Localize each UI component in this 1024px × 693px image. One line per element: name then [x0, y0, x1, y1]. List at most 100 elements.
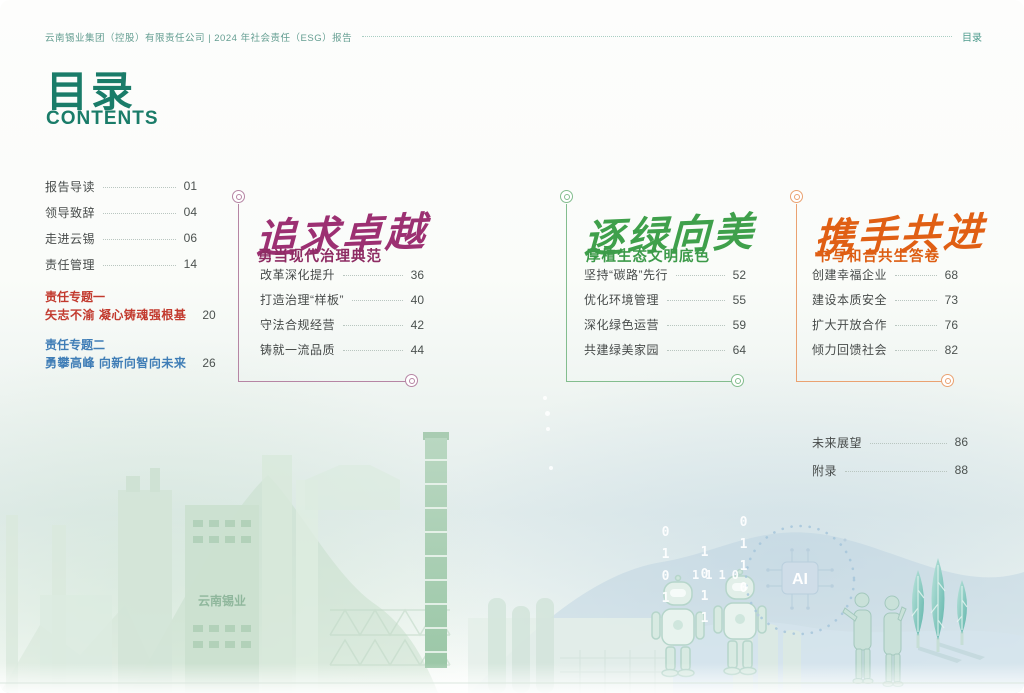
toc-entry-page: 59 [733, 318, 746, 332]
toc-entry-label: 深化绿色运营 [584, 316, 659, 333]
special-topic-1[interactable]: 责任专题一 矢志不渝 凝心铸魂强根基 20 [45, 289, 197, 323]
toc-entry-label: 倾力回馈社会 [812, 341, 887, 358]
special-topic-row: 勇攀高峰 向新向智向未来 26 [45, 355, 197, 371]
toc-entry-responsibility-mgmt[interactable]: 责任管理 14 [45, 251, 197, 277]
toc-entry-page: 42 [411, 318, 424, 332]
special-topic-2[interactable]: 责任专题二 勇攀高峰 向新向智向未来 26 [45, 337, 197, 371]
toc-entry[interactable]: 优化环境管理 55 [584, 287, 746, 312]
toc-entry-page: 52 [733, 268, 746, 282]
toc-entry[interactable]: 坚持“碳路”先行 52 [584, 262, 746, 287]
timeline-horizontal-line [796, 381, 942, 382]
timeline-end-ring-icon [731, 374, 744, 387]
toc-entry[interactable]: 建设本质安全 73 [812, 287, 958, 312]
toc-entry[interactable]: 深化绿色运营 59 [584, 312, 746, 337]
dotted-leader [870, 443, 947, 444]
dotted-leader [895, 325, 937, 326]
dotted-leader [103, 239, 176, 240]
building-sign-text: 云南锡业 [198, 593, 246, 608]
toc-entry[interactable]: 改革深化提升 36 [260, 262, 424, 287]
timeline-ring-icon [232, 190, 245, 203]
ai-label: AI [792, 571, 808, 588]
dotted-leader [895, 350, 937, 351]
timeline-end-ring-icon [941, 374, 954, 387]
toc-entry-page: 36 [411, 268, 424, 282]
dotted-leader [845, 471, 947, 472]
toc-entry-label: 坚持“碳路”先行 [584, 266, 668, 283]
toc-entry-label: 打造治理“样板” [260, 291, 344, 308]
toc-entry-label: 建设本质安全 [812, 291, 887, 308]
toc-entry-page: 06 [184, 231, 197, 245]
dotted-leader [103, 213, 176, 214]
ground-fade [0, 663, 1024, 693]
binary-column: 0101 [658, 525, 673, 613]
dotted-leader [667, 300, 725, 301]
timeline-horizontal-line [566, 381, 732, 382]
decor-dot [546, 427, 550, 431]
toc-entry[interactable]: 打造治理“样板” 40 [260, 287, 424, 312]
toc-entry-report-guide[interactable]: 报告导读 01 [45, 173, 197, 199]
corner-page-label: 目录 [962, 29, 982, 44]
toc-entry-label: 优化环境管理 [584, 291, 659, 308]
toc-entry-page: 64 [733, 343, 746, 357]
timeline-ring-icon [790, 190, 803, 203]
toc-entry-label: 铸就一流品质 [260, 341, 335, 358]
dotted-leader [667, 350, 725, 351]
toc-entry-label: 改革深化提升 [260, 266, 335, 283]
company-report-title: 云南锡业集团（控股）有限责任公司 | 2024 年社会责任（ESG）报告 [45, 30, 352, 44]
toc-entry-label: 创建幸福企业 [812, 266, 887, 283]
timeline-end-ring-icon [405, 374, 418, 387]
dotted-leader [343, 275, 403, 276]
toc-entry-page: 73 [945, 293, 958, 307]
binary-column: 0110 [736, 515, 751, 603]
dotted-leader [103, 265, 176, 266]
toc-entry-page: 88 [955, 463, 968, 477]
decor-dot [549, 466, 553, 470]
chapter-items: 创建幸福企业 68 建设本质安全 73 扩大开放合作 76 倾力回馈社会 82 [812, 262, 958, 362]
binary-column: 1011 [697, 545, 712, 633]
timeline-vertical-line [796, 204, 797, 381]
dotted-leader [103, 187, 176, 188]
toc-entry[interactable]: 倾力回馈社会 82 [812, 337, 958, 362]
chapter-column-environment: 逐绿向美 厚植生态文明底色 坚持“碳路”先行 52 优化环境管理 55 深化绿色… [560, 170, 758, 395]
toc-entry-label: 责任管理 [45, 256, 95, 273]
toc-entry-page: 14 [184, 257, 197, 271]
page-header: 云南锡业集团（控股）有限责任公司 | 2024 年社会责任（ESG）报告 目录 [45, 29, 982, 44]
dotted-leader [343, 325, 403, 326]
header-dotted-rule [362, 36, 952, 37]
toc-entry-page: 04 [184, 205, 197, 219]
toc-entry[interactable]: 守法合规经营 42 [260, 312, 424, 337]
dotted-leader [667, 325, 725, 326]
dotted-leader [895, 275, 937, 276]
toc-entry-label: 附录 [812, 462, 837, 479]
dotted-leader [352, 300, 403, 301]
special-topic-title: 矢志不渝 凝心铸魂强根基 [45, 307, 186, 323]
toc-entry-appendix[interactable]: 附录 88 [812, 456, 968, 484]
chapter-items: 坚持“碳路”先行 52 优化环境管理 55 深化绿色运营 59 共建绿美家园 6… [584, 262, 746, 362]
special-topic-page: 20 [202, 307, 215, 323]
toc-entry-leader-message[interactable]: 领导致辞 04 [45, 199, 197, 225]
toc-entry-page: 86 [955, 435, 968, 449]
toc-entry-page: 44 [411, 343, 424, 357]
toc-entry[interactable]: 创建幸福企业 68 [812, 262, 958, 287]
front-matter-toc: 报告导读 01 领导致辞 04 走进云锡 06 责任管理 14 [45, 173, 197, 277]
chapter-items: 改革深化提升 36 打造治理“样板” 40 守法合规经营 42 铸就一流品质 4… [260, 262, 424, 362]
toc-entry-about-yuntin[interactable]: 走进云锡 06 [45, 225, 197, 251]
toc-page: 云南锡业 [0, 0, 1024, 693]
timeline-ring-icon [560, 190, 573, 203]
toc-entry[interactable]: 共建绿美家园 64 [584, 337, 746, 362]
toc-entry[interactable]: 铸就一流品质 44 [260, 337, 424, 362]
closing-toc: 未来展望 86 附录 88 [812, 428, 968, 484]
special-topic-title: 勇攀高峰 向新向智向未来 [45, 355, 186, 371]
toc-entry-label: 领导致辞 [45, 204, 95, 221]
decor-dot [545, 411, 550, 416]
toc-entry-label: 扩大开放合作 [812, 316, 887, 333]
timeline-vertical-line [238, 204, 239, 381]
special-topic-page: 26 [202, 355, 215, 371]
binary-row: 1110 [692, 568, 745, 582]
chapter-column-governance: 追求卓越 勇当现代治理典范 改革深化提升 36 打造治理“样板” 40 守法合规… [232, 170, 432, 395]
toc-entry-outlook[interactable]: 未来展望 86 [812, 428, 968, 456]
toc-entry[interactable]: 扩大开放合作 76 [812, 312, 958, 337]
toc-entry-label: 报告导读 [45, 178, 95, 195]
special-topic-kicker: 责任专题二 [45, 337, 197, 353]
toc-entry-page: 40 [411, 293, 424, 307]
